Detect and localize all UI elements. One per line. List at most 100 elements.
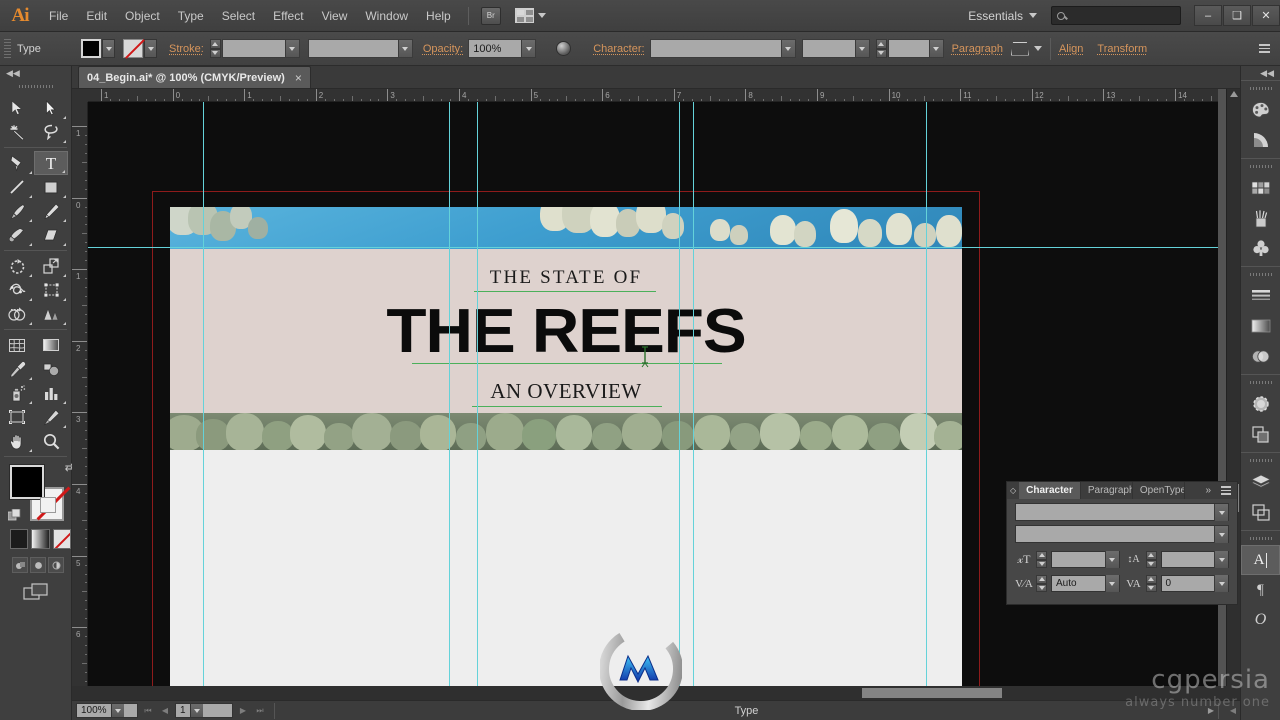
next-artboard-button[interactable]: ▶ <box>236 703 250 718</box>
panel-collapse-icon[interactable]: ◇ <box>1007 482 1019 499</box>
type-tool[interactable]: T <box>34 151 68 175</box>
brushes-panel-icon[interactable] <box>1241 203 1280 233</box>
document-canvas[interactable]: THE STATE OF THE REEFS AN OVERVIEW <box>88 102 1218 700</box>
opacity-label[interactable]: Opacity: <box>423 43 463 55</box>
control-bar-menu-icon[interactable] <box>1259 44 1270 53</box>
dock-gripper[interactable] <box>1249 533 1272 543</box>
artboard-number-dropdown[interactable] <box>189 704 203 717</box>
character-panel-menu-icon[interactable] <box>1215 482 1237 499</box>
maximize-button[interactable]: ❑ <box>1223 5 1251 26</box>
kerning-dropdown[interactable] <box>1104 575 1119 592</box>
draw-behind-button[interactable] <box>30 557 46 573</box>
tracking-dropdown[interactable] <box>1214 575 1228 592</box>
go-to-bridge-button[interactable]: Br <box>480 6 501 25</box>
artboards-panel-icon[interactable] <box>1241 497 1280 527</box>
stroke-weight-stepper[interactable] <box>209 39 221 58</box>
color-swatch-button[interactable] <box>10 529 29 549</box>
fill-color-indicator[interactable] <box>10 465 44 499</box>
vertical-scrollbar[interactable] <box>1226 89 1240 700</box>
status-display[interactable]: Type ▶ <box>274 702 1219 719</box>
stroke-profile-dropdown[interactable] <box>397 40 412 57</box>
menu-select[interactable]: Select <box>213 0 264 32</box>
rectangle-tool[interactable] <box>34 175 68 199</box>
align-label[interactable]: Align <box>1059 43 1083 55</box>
zoom-tool[interactable] <box>34 429 68 453</box>
pen-tool[interactable] <box>0 151 34 175</box>
expand-panel-icon[interactable]: » <box>1201 482 1215 499</box>
opentype-panel-icon[interactable]: O <box>1241 605 1280 635</box>
zoom-level-field[interactable]: 100% <box>76 703 138 718</box>
color-guide-panel-icon[interactable] <box>1241 125 1280 155</box>
artwork-line-3[interactable]: AN OVERVIEW <box>170 379 962 404</box>
leading-stepper[interactable] <box>1145 551 1157 568</box>
fill-color-dropdown[interactable] <box>102 39 115 58</box>
draw-normal-button[interactable] <box>12 557 28 573</box>
eraser-tool[interactable] <box>34 223 68 247</box>
font-size-stepper[interactable] <box>875 39 887 58</box>
coral-photo-bottom[interactable] <box>170 413 962 450</box>
blob-brush-tool[interactable] <box>0 223 34 247</box>
blend-tool[interactable] <box>34 357 68 381</box>
direct-selection-tool[interactable] <box>34 96 68 120</box>
font-size-stepper[interactable] <box>1036 551 1047 568</box>
character-panel[interactable]: ◇ Character Paragraph OpenType » 𝓍T ↕A V… <box>1006 481 1238 605</box>
menu-window[interactable]: Window <box>356 0 417 32</box>
menu-file[interactable]: File <box>40 0 77 32</box>
collapse-toolbar-button[interactable]: ◀◀ <box>0 66 71 80</box>
dock-gripper[interactable] <box>1249 269 1272 279</box>
stroke-color-dropdown[interactable] <box>144 39 157 58</box>
artwork-line-1[interactable]: THE STATE OF <box>170 267 962 289</box>
default-fill-stroke-icon[interactable] <box>7 508 21 522</box>
opacity-dropdown[interactable] <box>521 40 536 57</box>
slice-tool[interactable] <box>34 405 68 429</box>
menu-effect[interactable]: Effect <box>264 0 312 32</box>
paragraph-label[interactable]: Paragraph <box>952 43 1003 55</box>
leading-dropdown[interactable] <box>1214 551 1228 568</box>
coral-photo-top[interactable] <box>170 207 962 249</box>
font-family-input[interactable] <box>1015 503 1229 521</box>
rotate-tool[interactable] <box>0 254 34 278</box>
kerning-stepper[interactable] <box>1036 575 1047 592</box>
opacity-field[interactable]: 100% <box>468 39 537 58</box>
gradient-swatch-button[interactable] <box>31 529 50 549</box>
transparency-panel-icon[interactable] <box>1241 341 1280 371</box>
stroke-color-swatch-none[interactable] <box>123 39 143 58</box>
pencil-tool[interactable] <box>34 199 68 223</box>
change-screen-mode-button[interactable] <box>22 583 49 601</box>
font-family-field[interactable] <box>649 39 796 58</box>
artwork-page[interactable]: THE STATE OF THE REEFS AN OVERVIEW <box>170 207 962 700</box>
minimize-button[interactable]: – <box>1194 5 1222 26</box>
tracking-input[interactable]: 0 <box>1160 575 1229 592</box>
toolbar-gripper[interactable] <box>18 80 53 92</box>
last-artboard-button[interactable]: ⏭ <box>253 703 267 718</box>
menu-type[interactable]: Type <box>169 0 213 32</box>
fill-color-swatch[interactable] <box>81 39 101 58</box>
tab-paragraph[interactable]: Paragraph <box>1081 482 1133 499</box>
appearance-panel-icon[interactable] <box>1241 389 1280 419</box>
artboard-number-field[interactable]: 1 <box>175 703 233 718</box>
close-button[interactable]: ✕ <box>1252 5 1280 26</box>
horizontal-ruler[interactable]: 1 0 1 2 3 4 5 6 7 8 9 10 11 12 13 14 <box>88 89 1218 102</box>
artboard-tool[interactable] <box>0 405 34 429</box>
stroke-profile-field[interactable] <box>307 39 413 58</box>
opacity-mask-icon[interactable] <box>556 41 572 56</box>
dock-gripper[interactable] <box>1249 377 1272 387</box>
menu-object[interactable]: Object <box>116 0 169 32</box>
gradient-panel-icon[interactable] <box>1241 311 1280 341</box>
font-size-dropdown[interactable] <box>1104 551 1119 568</box>
selection-tool[interactable] <box>0 96 34 120</box>
text-warp-icon[interactable] <box>1010 41 1029 56</box>
expand-panels-button[interactable]: ◀◀ <box>1241 66 1280 80</box>
stroke-panel-icon[interactable] <box>1241 281 1280 311</box>
menu-edit[interactable]: Edit <box>77 0 116 32</box>
kerning-input[interactable]: Auto <box>1051 575 1120 592</box>
control-bar-gripper[interactable] <box>4 38 11 59</box>
color-panel-icon[interactable] <box>1241 95 1280 125</box>
width-tool[interactable] <box>0 278 34 302</box>
font-size-dropdown[interactable] <box>928 40 943 57</box>
chevron-down-icon[interactable] <box>1033 46 1042 51</box>
character-label[interactable]: Character: <box>593 43 644 55</box>
font-style-dropdown[interactable] <box>1214 526 1228 543</box>
free-transform-tool[interactable] <box>34 278 68 302</box>
dock-gripper[interactable] <box>1249 161 1272 171</box>
